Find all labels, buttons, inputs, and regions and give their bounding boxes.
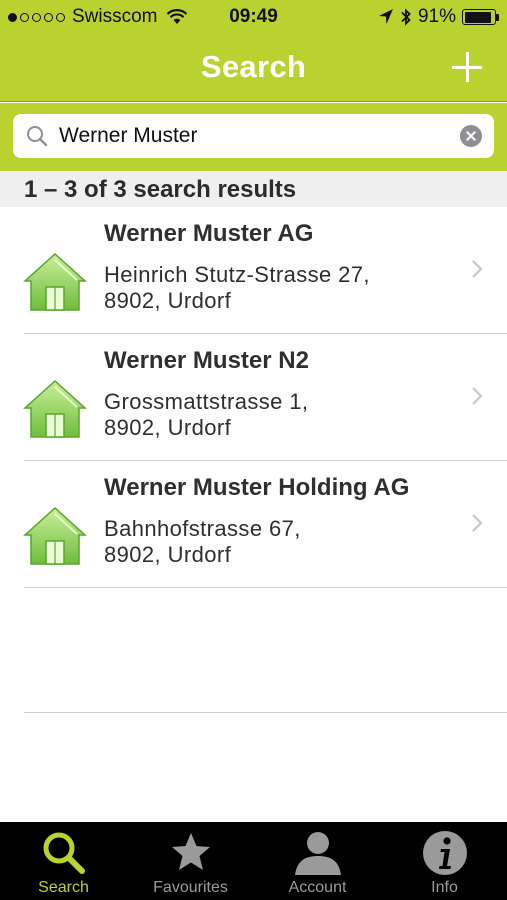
result-address-line1: Grossmattstrasse 1, xyxy=(104,389,309,414)
tab-label: Info xyxy=(431,879,458,896)
result-address: Bahnhofstrasse 67, 8902, Urdorf xyxy=(104,516,301,568)
tab-label: Search xyxy=(38,879,89,896)
plus-icon[interactable] xyxy=(452,52,482,82)
nav-bar: Search xyxy=(0,34,507,102)
chevron-right-icon xyxy=(472,514,483,532)
list-item[interactable]: Werner Muster Holding AG Bahnhofstrasse … xyxy=(0,461,507,588)
list-item[interactable]: Werner Muster N2 Grossmattstrasse 1, 890… xyxy=(0,334,507,461)
result-name: Werner Muster N2 xyxy=(104,347,309,374)
house-icon xyxy=(23,506,87,565)
tab-favourites[interactable]: Favourites xyxy=(127,822,254,900)
chevron-right-icon xyxy=(472,387,483,405)
divider xyxy=(24,712,507,713)
status-bar: Swisscom 09:49 91% xyxy=(0,0,507,34)
search-icon xyxy=(27,126,48,147)
bluetooth-icon xyxy=(401,8,411,26)
info-icon xyxy=(422,831,467,875)
location-arrow-icon xyxy=(378,9,393,24)
result-address: Heinrich Stutz-Strasse 27, 8902, Urdorf xyxy=(104,262,370,314)
person-icon xyxy=(294,832,341,875)
tab-info[interactable]: Info xyxy=(381,822,507,900)
tab-search[interactable]: Search xyxy=(0,822,127,900)
search-bar xyxy=(0,103,507,171)
tab-label: Favourites xyxy=(153,879,228,896)
status-left: Swisscom xyxy=(8,6,188,28)
search-input[interactable] xyxy=(59,114,449,158)
result-address-line1: Heinrich Stutz-Strasse 27, xyxy=(104,262,370,287)
result-address: Grossmattstrasse 1, 8902, Urdorf xyxy=(104,389,308,441)
divider xyxy=(24,587,507,588)
battery-icon xyxy=(462,9,499,25)
result-address-line2: 8902, Urdorf xyxy=(104,415,232,440)
result-address-line1: Bahnhofstrasse 67, xyxy=(104,516,301,541)
star-icon xyxy=(171,833,210,870)
wifi-icon xyxy=(166,9,187,24)
status-right: 91% xyxy=(378,6,499,28)
tab-label: Account xyxy=(288,879,347,896)
results-count: 1 – 3 of 3 search results xyxy=(24,176,297,203)
results-header: 1 – 3 of 3 search results xyxy=(0,171,507,207)
signal-strength-icon xyxy=(8,12,65,22)
result-address-line2: 8902, Urdorf xyxy=(104,288,232,313)
tab-bar: Search Favourites Account Info xyxy=(0,822,507,900)
result-address-line2: 8902, Urdorf xyxy=(104,542,232,567)
house-icon xyxy=(23,379,87,438)
clear-icon[interactable] xyxy=(460,125,482,147)
result-name: Werner Muster AG xyxy=(104,220,314,247)
carrier-name: Swisscom xyxy=(72,6,158,27)
tab-account[interactable]: Account xyxy=(254,822,381,900)
chevron-right-icon xyxy=(472,260,483,278)
list-item[interactable]: Werner Muster AG Heinrich Stutz-Strasse … xyxy=(0,207,507,334)
search-icon xyxy=(43,832,85,874)
results-list: Werner Muster AG Heinrich Stutz-Strasse … xyxy=(0,207,507,588)
page-title: Search xyxy=(200,49,307,84)
result-name: Werner Muster Holding AG xyxy=(104,474,410,501)
search-box[interactable] xyxy=(13,114,494,158)
battery-percent: 91% xyxy=(417,6,456,27)
house-icon xyxy=(23,252,87,311)
